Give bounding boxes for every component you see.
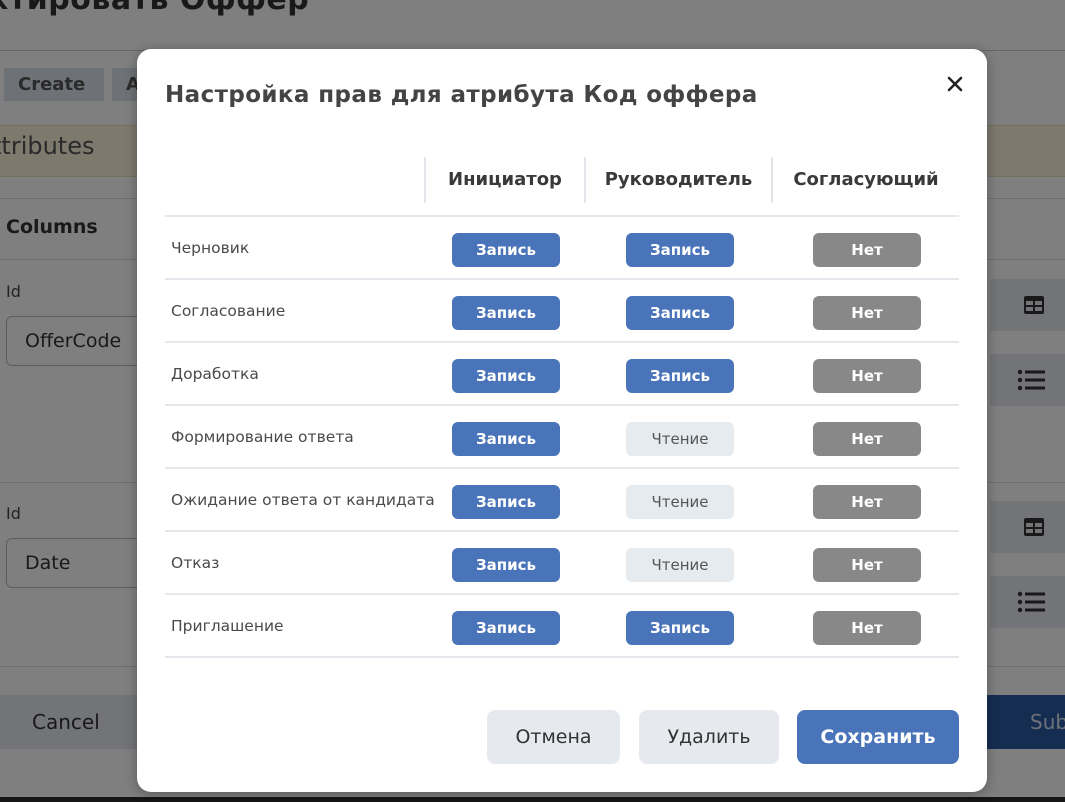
stage-label: Формирование ответа	[171, 428, 354, 446]
permission-toggle-approver[interactable]: Нет	[813, 422, 921, 456]
permission-toggle-initiator[interactable]: Запись	[452, 296, 560, 330]
permission-toggle-approver[interactable]: Нет	[813, 485, 921, 519]
permission-toggle-manager[interactable]: Запись	[626, 359, 734, 393]
permission-toggle-approver[interactable]: Нет	[813, 611, 921, 645]
close-icon	[947, 76, 963, 92]
permission-toggle-manager[interactable]: Запись	[626, 296, 734, 330]
permission-toggle-manager[interactable]: Запись	[626, 611, 734, 645]
table-row: Черновик Запись Запись Нет	[165, 217, 959, 280]
permissions-table: Инициатор Руководитель Согласующий Черно…	[165, 157, 959, 658]
permission-toggle-initiator[interactable]: Запись	[452, 359, 560, 393]
permission-toggle-approver[interactable]: Нет	[813, 233, 921, 267]
permission-toggle-manager[interactable]: Чтение	[626, 422, 734, 456]
stage-label: Приглашение	[171, 617, 284, 635]
column-header-approver: Согласующий	[793, 169, 939, 190]
column-header-initiator: Инициатор	[448, 169, 562, 190]
permission-toggle-initiator[interactable]: Запись	[452, 548, 560, 582]
table-row: Доработка Запись Запись Нет	[165, 343, 959, 406]
stage-label: Согласование	[171, 302, 286, 320]
delete-button[interactable]: Удалить	[639, 710, 779, 764]
stage-label: Отказ	[171, 554, 220, 572]
permission-toggle-manager[interactable]: Запись	[626, 233, 734, 267]
table-row: Ожидание ответа от кандидата Запись Чтение…	[165, 469, 959, 532]
permission-toggle-initiator[interactable]: Запись	[452, 233, 560, 267]
column-header-manager: Руководитель	[604, 169, 753, 190]
table-row: Формирование ответа Запись Чтение Нет	[165, 406, 959, 469]
permission-toggle-approver[interactable]: Нет	[813, 548, 921, 582]
table-row: Отказ Запись Чтение Нет	[165, 532, 959, 595]
stage-label: Черновик	[171, 239, 250, 257]
permission-toggle-initiator[interactable]: Запись	[452, 611, 560, 645]
permission-toggle-manager[interactable]: Чтение	[626, 548, 734, 582]
stage-label: Ожидание ответа от кандидата	[171, 491, 435, 509]
permission-toggle-initiator[interactable]: Запись	[452, 422, 560, 456]
permission-toggle-manager[interactable]: Чтение	[626, 485, 734, 519]
table-body: Черновик Запись Запись Нет Согласование Запис…	[165, 217, 959, 658]
permission-toggle-approver[interactable]: Нет	[813, 359, 921, 393]
cancel-button[interactable]: Отмена	[487, 710, 620, 764]
permission-toggle-approver[interactable]: Нет	[813, 296, 921, 330]
stage-label: Доработка	[171, 365, 259, 383]
modal-title: Настройка прав для атрибута Код оффера	[165, 82, 758, 108]
permissions-modal: Настройка прав для атрибута Код оффера И…	[137, 49, 987, 792]
save-button[interactable]: Сохранить	[797, 710, 959, 764]
permission-toggle-initiator[interactable]: Запись	[452, 485, 560, 519]
close-button[interactable]	[940, 69, 970, 99]
table-row: Приглашение Запись Запись Нет	[165, 595, 959, 658]
table-header: Инициатор Руководитель Согласующий	[165, 157, 959, 217]
table-row: Согласование Запись Запись Нет	[165, 280, 959, 343]
